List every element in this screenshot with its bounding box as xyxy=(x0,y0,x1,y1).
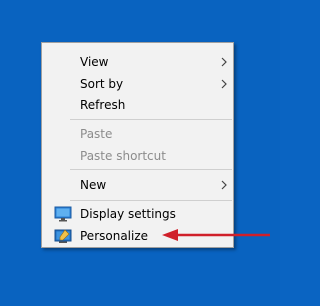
menu-item-display-settings[interactable]: Display settings xyxy=(42,203,233,225)
menu-item-label: Paste shortcut xyxy=(80,149,166,163)
chevron-right-icon xyxy=(221,57,227,67)
menu-item-label: Refresh xyxy=(80,98,126,112)
display-icon xyxy=(54,206,72,222)
menu-separator xyxy=(70,169,232,170)
menu-separator xyxy=(70,119,232,120)
menu-item-sort-by[interactable]: Sort by xyxy=(42,73,233,95)
menu-item-label: View xyxy=(80,55,109,69)
menu-item-new[interactable]: New xyxy=(42,174,233,196)
menu-item-label: New xyxy=(80,178,107,192)
menu-item-label: Personalize xyxy=(80,229,149,243)
menu-item-paste: Paste xyxy=(42,123,233,145)
chevron-right-icon xyxy=(221,180,227,190)
red-arrow-icon xyxy=(162,229,270,241)
menu-item-view[interactable]: View xyxy=(42,51,233,73)
menu-item-label: Sort by xyxy=(80,77,124,91)
menu-separator xyxy=(70,200,232,201)
menu-item-paste-shortcut: Paste shortcut xyxy=(42,145,233,167)
desktop-context-menu: View Sort by Refresh Paste Paste shortcu… xyxy=(41,42,234,248)
chevron-right-icon xyxy=(221,79,227,89)
personalize-icon xyxy=(54,229,72,243)
menu-item-label: Paste xyxy=(80,127,113,141)
menu-item-refresh[interactable]: Refresh xyxy=(42,94,233,116)
menu-item-label: Display settings xyxy=(80,207,176,221)
